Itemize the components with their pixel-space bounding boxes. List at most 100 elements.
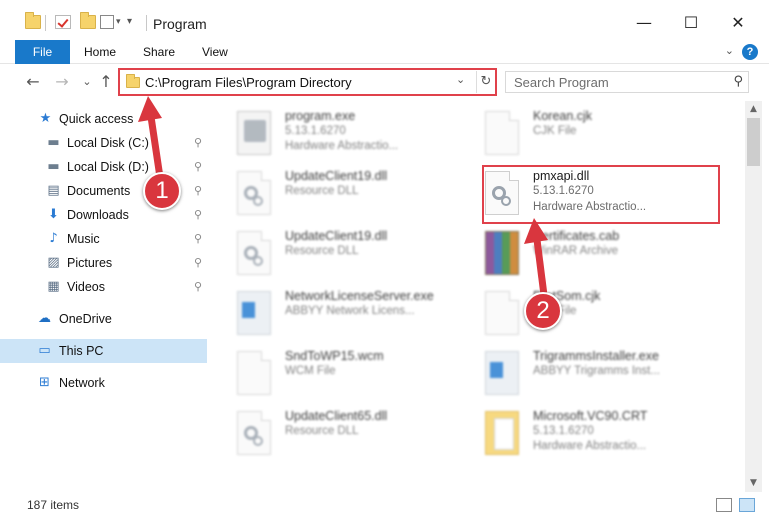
document-icon <box>485 291 519 335</box>
search-input[interactable]: Search Program <box>514 75 609 90</box>
file-tile[interactable]: ProtSom.cjk CJK File <box>465 285 705 341</box>
cloud-icon: ☁ <box>38 311 51 326</box>
file-tile[interactable]: Korean.cjk CJK File <box>465 105 705 161</box>
search-box[interactable]: Search Program ⚲ <box>505 71 749 93</box>
sidebar-item-videos[interactable]: ▦ Videos ⚲ <box>0 275 207 299</box>
file-tile[interactable]: UpdateClient19.dll Resource DLL <box>217 225 457 281</box>
file-tile[interactable]: Certificates.cab WinRAR Archive <box>465 225 705 281</box>
file-detail: 5.13.1.6270 <box>285 125 346 137</box>
sidebar-item-downloads[interactable]: ⬇ Downloads ⚲ <box>0 203 207 227</box>
properties-icon[interactable] <box>55 15 71 29</box>
scroll-thumb[interactable] <box>747 118 760 166</box>
file-tile[interactable]: UpdateClient65.dll Resource DLL <box>217 405 457 461</box>
file-name: Certificates.cab <box>533 229 620 243</box>
step-1-badge: 1 <box>143 172 181 210</box>
file-name: UpdateClient19.dll <box>285 169 388 183</box>
tab-share[interactable]: Share <box>143 40 175 64</box>
folder-icon <box>126 74 140 88</box>
scroll-down-icon[interactable]: ▼ <box>745 475 762 492</box>
file-tile[interactable]: SndToWP15.wcm WCM File <box>217 345 457 401</box>
customize-quick-access-icon[interactable]: ▾ <box>127 16 132 27</box>
sidebar-item-quick-access[interactable]: ★ Quick access <box>0 107 207 131</box>
tiles-view-icon[interactable] <box>739 498 755 512</box>
sidebar-item-onedrive[interactable]: ☁ OneDrive <box>0 307 207 331</box>
folder-icon <box>485 411 519 455</box>
file-name: UpdateClient19.dll <box>285 229 388 243</box>
file-name: TrigrammsInstaller.exe <box>533 349 659 363</box>
file-name: SndToWP15.wcm <box>285 349 384 363</box>
file-detail: ABBYY Trigramms Inst... <box>533 365 660 377</box>
file-detail: Resource DLL <box>285 425 359 437</box>
file-name: NetworkLicenseServer.exe <box>285 289 434 303</box>
dll-file-icon <box>237 231 271 275</box>
divider <box>45 15 46 31</box>
details-view-icon[interactable] <box>716 498 732 512</box>
folder-icon[interactable] <box>25 12 41 29</box>
downloads-icon: ⬇ <box>48 207 59 222</box>
tab-view[interactable]: View <box>202 40 228 64</box>
address-dropdown-icon[interactable]: ⌄ <box>456 73 465 86</box>
sidebar-item-local-disk-c[interactable]: ▬ Local Disk (C:) ⚲ <box>0 131 207 155</box>
sidebar-item-pictures[interactable]: ▨ Pictures ⚲ <box>0 251 207 275</box>
help-icon[interactable]: ? <box>742 44 758 60</box>
sidebar-item-label: Videos <box>67 280 105 294</box>
address-path[interactable]: C:\Program Files\Program Directory <box>145 75 352 90</box>
sidebar-item-network[interactable]: ⊞ Network <box>0 371 207 395</box>
address-row: ← → ⌄ ↑ C:\Program Files\Program Directo… <box>0 65 769 101</box>
sidebar-item-music[interactable]: ♪ Music ⚲ <box>0 227 207 251</box>
maximize-button[interactable]: ☐ <box>668 6 714 40</box>
file-name: UpdateClient65.dll <box>285 409 388 423</box>
dll-file-icon <box>237 411 271 455</box>
sidebar-item-label: This PC <box>59 344 104 358</box>
up-button[interactable]: ↑ <box>95 71 117 93</box>
computer-icon: ▭ <box>38 343 51 358</box>
file-tile[interactable]: program.exe 5.13.1.6270 Hardware Abstrac… <box>217 105 457 161</box>
expand-ribbon-icon[interactable]: ⌄ <box>725 44 734 57</box>
file-tile[interactable]: NetworkLicenseServer.exe ABBYY Network L… <box>217 285 457 341</box>
videos-icon: ▦ <box>47 279 60 294</box>
star-icon: ★ <box>39 111 52 126</box>
pin-icon: ⚲ <box>194 208 203 221</box>
address-bar[interactable]: C:\Program Files\Program Directory ⌄ ↻ <box>118 68 497 96</box>
document-icon <box>237 351 271 395</box>
application-icon <box>485 351 519 395</box>
sidebar-item-this-pc[interactable]: ▭ This PC <box>0 339 207 363</box>
tab-home[interactable]: Home <box>84 40 116 64</box>
archive-icon <box>485 231 519 275</box>
title-bar: ▾ ▾ Program — ☐ ✕ <box>0 0 769 40</box>
new-folder-icon[interactable] <box>80 12 96 29</box>
document-icon <box>485 111 519 155</box>
file-detail: Resource DLL <box>285 245 359 257</box>
close-button[interactable]: ✕ <box>715 6 761 40</box>
application-icon <box>237 291 271 335</box>
refresh-icon[interactable]: ↻ <box>476 71 495 93</box>
forward-button[interactable]: → <box>51 71 73 93</box>
back-button[interactable]: ← <box>22 71 44 93</box>
file-detail: WCM File <box>285 365 336 377</box>
file-list: program.exe 5.13.1.6270 Hardware Abstrac… <box>212 101 745 492</box>
view-options-icon[interactable] <box>100 15 114 29</box>
chevron-down-icon[interactable]: ▾ <box>116 16 121 27</box>
file-tile[interactable]: Microsoft.VC90.CRT 5.13.1.6270 Hardware … <box>465 405 705 461</box>
file-detail: ABBYY Network Licens... <box>285 305 415 317</box>
vertical-scrollbar[interactable]: ▲ ▼ <box>745 101 762 492</box>
network-icon: ⊞ <box>39 375 50 390</box>
drive-icon: ▬ <box>47 135 60 150</box>
sidebar-item-local-disk-d[interactable]: ▬ Local Disk (D:) ⚲ <box>0 155 207 179</box>
file-tile[interactable]: UpdateClient19.dll Resource DLL <box>217 165 457 221</box>
search-icon[interactable]: ⚲ <box>733 74 743 89</box>
minimize-button[interactable]: — <box>621 6 667 40</box>
exe-file-icon <box>237 111 271 155</box>
file-detail: Hardware Abstractio... <box>533 440 647 452</box>
file-tile[interactable]: TrigrammsInstaller.exe ABBYY Trigramms I… <box>465 345 705 401</box>
navigation-pane: ★ Quick access ▬ Local Disk (C:) ⚲ ▬ Loc… <box>0 101 212 492</box>
item-count: 187 items <box>27 498 80 512</box>
music-icon: ♪ <box>49 231 58 246</box>
file-detail: Hardware Abstractio... <box>285 140 399 152</box>
scroll-up-icon[interactable]: ▲ <box>745 101 762 118</box>
sidebar-item-label: Local Disk (D:) <box>67 160 149 174</box>
status-bar: 187 items <box>0 492 769 531</box>
file-detail: WinRAR Archive <box>533 245 618 257</box>
ribbon-tabs: File Home Share View ⌄ ? <box>0 40 769 64</box>
tab-file[interactable]: File <box>15 40 70 64</box>
